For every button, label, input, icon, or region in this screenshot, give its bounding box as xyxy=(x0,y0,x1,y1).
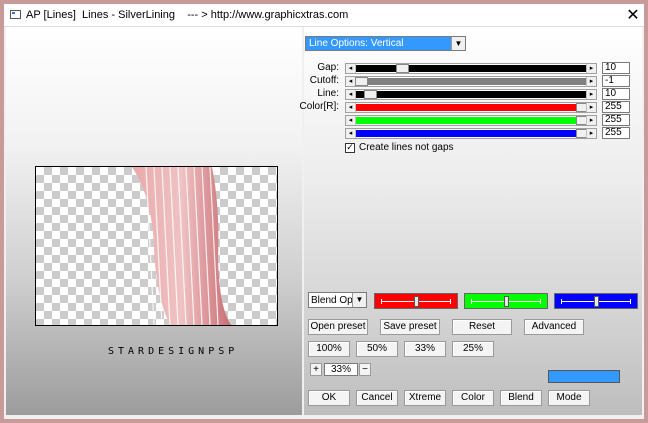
chevron-right-icon[interactable]: ▸ xyxy=(586,129,596,138)
slider-track[interactable] xyxy=(356,90,586,99)
cancel-button[interactable]: Cancel xyxy=(356,390,398,406)
parameter-slider[interactable]: ◂ ▸ xyxy=(345,63,597,74)
slider-value-field[interactable]: -1 xyxy=(602,75,630,87)
window-icon xyxy=(10,10,21,19)
save-preset-button[interactable]: Save preset xyxy=(380,319,440,335)
blend-options-value: Blend Options xyxy=(311,295,353,306)
parameter-slider[interactable]: ◂ ▸ xyxy=(345,115,597,126)
slider-thumb[interactable] xyxy=(363,90,377,99)
create-lines-checkbox[interactable]: ✓ xyxy=(345,143,355,153)
chevron-left-icon[interactable]: ◂ xyxy=(346,129,356,138)
slider-track[interactable] xyxy=(356,103,589,112)
blend-slider-thumb[interactable] xyxy=(414,296,419,307)
preview-panel: STARDESIGNPSP xyxy=(6,27,302,415)
slider-track[interactable] xyxy=(356,116,589,125)
chevron-down-icon[interactable]: ▼ xyxy=(352,293,366,307)
parameter-slider[interactable]: ◂ ▸ xyxy=(345,76,597,87)
chevron-right-icon[interactable]: ▸ xyxy=(586,90,596,99)
slider-track[interactable] xyxy=(356,64,586,73)
slider-track[interactable] xyxy=(356,129,589,138)
slider-value-field[interactable]: 255 xyxy=(602,127,630,139)
zoom-100-button[interactable]: 100% xyxy=(308,341,350,357)
slider-value-field[interactable]: 255 xyxy=(602,114,630,126)
zoom-value-field[interactable]: 33% xyxy=(324,363,358,376)
create-lines-label: Create lines not gaps xyxy=(359,142,454,153)
zoom-33-button[interactable]: 33% xyxy=(404,341,446,357)
line-options-dropdown[interactable]: Line Options: Vertical ▼ xyxy=(305,36,466,51)
reset-button[interactable]: Reset xyxy=(452,319,512,335)
slider-value-field[interactable]: 10 xyxy=(602,88,630,100)
preview-image xyxy=(132,167,231,325)
chevron-right-icon[interactable]: ▸ xyxy=(586,77,596,86)
slider-thumb[interactable] xyxy=(355,77,368,86)
preview-canvas[interactable] xyxy=(35,166,278,326)
parameter-slider[interactable]: ◂ ▸ xyxy=(345,89,597,100)
chevron-left-icon[interactable]: ◂ xyxy=(346,103,356,112)
parameter-slider[interactable]: ◂ ▸ xyxy=(345,128,597,139)
chevron-right-icon[interactable]: ▸ xyxy=(586,103,596,112)
color-swatch[interactable] xyxy=(548,370,620,383)
zoom-50-button[interactable]: 50% xyxy=(356,341,398,357)
zoom-25-button[interactable]: 25% xyxy=(452,341,494,357)
blend-options-select[interactable]: Blend Options ▼ xyxy=(308,292,367,308)
window-title: AP [Lines] Lines - SilverLining --- > ht… xyxy=(26,9,349,21)
color-button[interactable]: Color xyxy=(452,390,494,406)
mode-button[interactable]: Mode xyxy=(548,390,590,406)
close-icon[interactable]: ✕ xyxy=(626,7,640,23)
chevron-left-icon[interactable]: ◂ xyxy=(346,116,356,125)
ok-button[interactable]: OK xyxy=(308,390,350,406)
slider-value-field[interactable]: 255 xyxy=(602,101,630,113)
chevron-left-icon[interactable]: ◂ xyxy=(346,64,356,73)
slider-value-field[interactable]: 10 xyxy=(602,62,630,74)
blend-color-slider[interactable] xyxy=(554,293,638,309)
blend-button[interactable]: Blend xyxy=(500,390,542,406)
watermark-text: STARDESIGNPSP xyxy=(108,346,239,357)
blend-color-slider[interactable] xyxy=(374,293,458,309)
slider-label: Cutoff: xyxy=(309,75,339,86)
slider-track[interactable] xyxy=(355,77,586,86)
title-bar: AP [Lines] Lines - SilverLining --- > ht… xyxy=(4,4,644,27)
chevron-down-icon[interactable]: ▼ xyxy=(451,37,465,50)
zoom-plus-button[interactable]: + xyxy=(310,363,322,376)
blend-color-slider[interactable] xyxy=(464,293,548,309)
slider-label: Gap: xyxy=(317,62,339,73)
advanced-button[interactable]: Advanced xyxy=(524,319,584,335)
open-preset-button[interactable]: Open preset xyxy=(308,319,368,335)
parameter-slider[interactable]: ◂ ▸ xyxy=(345,102,597,113)
zoom-minus-button[interactable]: − xyxy=(359,363,371,376)
blend-slider-thumb[interactable] xyxy=(594,296,599,307)
chevron-right-icon[interactable]: ▸ xyxy=(586,64,596,73)
line-options-value: Line Options: Vertical xyxy=(309,38,404,49)
blend-slider-thumb[interactable] xyxy=(504,296,509,307)
slider-label: Line: xyxy=(317,88,339,99)
slider-thumb[interactable] xyxy=(396,64,410,73)
chevron-left-icon[interactable]: ◂ xyxy=(346,90,356,99)
slider-label: Color[R]: xyxy=(299,101,339,112)
xtreme-button[interactable]: Xtreme xyxy=(404,390,446,406)
chevron-right-icon[interactable]: ▸ xyxy=(586,116,596,125)
